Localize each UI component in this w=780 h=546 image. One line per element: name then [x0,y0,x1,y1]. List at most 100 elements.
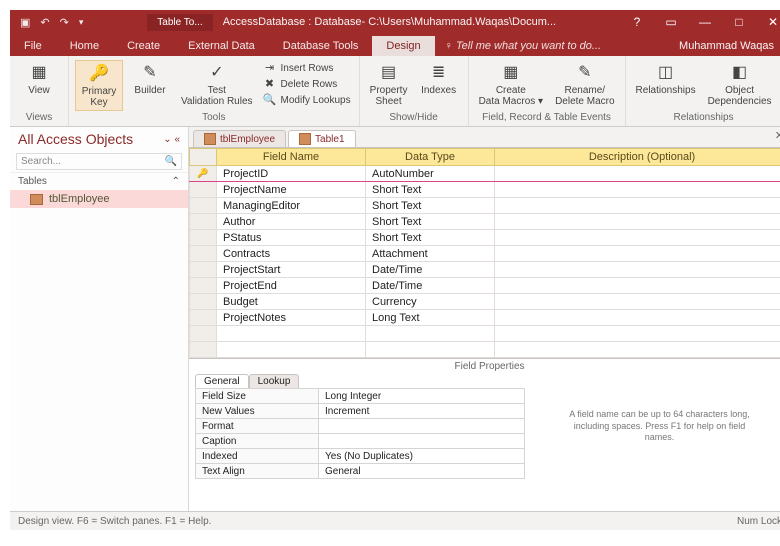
table-icon [299,133,311,145]
tab-design[interactable]: Design [372,36,434,56]
field-row[interactable]: ManagingEditorShort Text [190,198,780,214]
tell-me-search[interactable]: ♀ Tell me what you want to do... [435,36,611,56]
ribbon-group-label: Field, Record & Table Events [475,112,619,124]
table-icon [204,133,216,145]
nav-item-tblemployee[interactable]: tblEmployee [10,190,188,208]
ribbon-icon: ≣ [428,62,450,84]
contextual-tab-label: Table To... [147,14,212,31]
status-bar: Design view. F6 = Switch panes. F1 = Hel… [10,511,780,530]
status-left: Design view. F6 = Switch panes. F1 = Hel… [18,516,211,527]
ribbon-button[interactable]: ◫Relationships [632,60,700,98]
field-properties-pane: Field Properties General Lookup Field Si… [189,358,780,485]
tab-create[interactable]: Create [113,36,174,56]
restore-button[interactable]: ▭ [654,10,688,34]
table-icon [30,194,43,205]
col-data-type[interactable]: Data Type [366,149,495,166]
qat-more-icon[interactable]: ▾ [79,17,84,28]
doc-tab-tblemployee[interactable]: tblEmployee [193,130,286,147]
account-name[interactable]: Muhammad Waqas [663,36,780,56]
ribbon-button[interactable]: ▤PropertySheet [366,60,412,109]
ribbon-button[interactable]: ≣Indexes [416,60,462,98]
navigation-pane: All Access Objects⌄ « Search...🔍 Tables⌃… [10,127,189,511]
ribbon-group: ▦CreateData Macros ▾✎Rename/Delete Macro… [469,56,626,126]
property-row[interactable]: Format [196,419,525,434]
fp-tab-lookup[interactable]: Lookup [249,374,300,388]
ribbon-group: ▦View Views [10,56,69,126]
document-area: tblEmployee Table1 ✕ Field Name Data Typ… [189,127,780,511]
property-row[interactable]: Caption [196,434,525,449]
ribbon-group: ▤PropertySheet≣Indexes Show/Hide [360,56,469,126]
ribbon-button[interactable]: ✎Rename/Delete Macro [551,60,618,109]
ribbon-group: 🔑PrimaryKey✎Builder✓TestValidation Rules… [69,56,360,126]
tab-external-data[interactable]: External Data [174,36,269,56]
field-row[interactable]: ProjectNameShort Text [190,182,780,198]
ribbon-group-label: Tools [75,112,353,124]
property-row[interactable]: New ValuesIncrement [196,404,525,419]
tab-home[interactable]: Home [56,36,113,56]
field-row[interactable]: ProjectStartDate/Time [190,262,780,278]
ribbon-button[interactable]: ▦View [16,60,62,98]
ribbon-icon: ✎ [139,62,161,84]
ribbon-button[interactable]: 🔍Modify Lookups [261,92,353,108]
ribbon-icon: ◫ [655,62,677,84]
ribbon-group-label: Views [16,112,62,124]
ribbon-button[interactable]: ⇥Insert Rows [261,60,353,76]
ribbon-icon: ▦ [500,62,522,84]
tab-database-tools[interactable]: Database Tools [269,36,373,56]
property-row[interactable]: IndexedYes (No Duplicates) [196,449,525,464]
ribbon-icon: ▦ [28,62,50,84]
minimize-button[interactable]: — [688,10,722,34]
search-icon: 🔍 [165,156,177,167]
maximize-button[interactable]: □ [722,10,756,34]
title-bar: ▣ ↶ ↷ ▾ Table To... AccessDatabase : Dat… [10,10,780,34]
help-button[interactable]: ? [620,10,654,34]
ribbon-button[interactable]: ◧ObjectDependencies [704,60,776,109]
ribbon-group-label: Relationships [632,112,776,124]
doc-tab-table1[interactable]: Table1 [288,130,355,147]
document-tabs: tblEmployee Table1 ✕ [189,127,780,148]
nav-title[interactable]: All Access Objects⌄ « [10,127,188,151]
ribbon-button[interactable]: ✖Delete Rows [261,76,353,92]
ribbon-group-label: Show/Hide [366,112,462,124]
undo-icon[interactable]: ↶ [40,16,49,29]
field-row[interactable]: PStatusShort Text [190,230,780,246]
ribbon-icon: ✎ [574,62,596,84]
ribbon-icon: ▤ [378,62,400,84]
ribbon-button[interactable]: ✓TestValidation Rules [177,60,257,109]
field-row[interactable]: ContractsAttachment [190,246,780,262]
property-row[interactable]: Text AlignGeneral [196,464,525,479]
fp-tab-general[interactable]: General [195,374,249,388]
save-icon[interactable]: ▣ [20,16,30,29]
ribbon-button[interactable]: ✎Builder [127,60,173,98]
ribbon-tabs: File Home Create External Data Database … [10,34,780,56]
ribbon-group: ◫Relationships◧ObjectDependencies Relatio… [626,56,780,126]
window-title: AccessDatabase : Database- C:\Users\Muha… [213,16,556,28]
ribbon-button[interactable]: 🔑PrimaryKey [75,60,123,111]
tab-file[interactable]: File [10,36,56,56]
design-grid[interactable]: Field Name Data Type Description (Option… [189,148,780,358]
field-row[interactable]: BudgetCurrency [190,294,780,310]
field-row[interactable]: ProjectEndDate/Time [190,278,780,294]
field-row-empty[interactable] [190,342,780,358]
redo-icon[interactable]: ↷ [60,16,69,29]
ribbon-icon: ◧ [729,62,751,84]
ribbon-icon: 🔑 [88,63,110,85]
col-description[interactable]: Description (Optional) [495,149,780,166]
ribbon-icon: ✓ [206,62,228,84]
property-row[interactable]: Field SizeLong Integer [196,389,525,404]
field-row[interactable]: ProjectNotesLong Text [190,310,780,326]
col-field-name[interactable]: Field Name [217,149,366,166]
nav-search[interactable]: Search...🔍 [16,153,182,170]
close-tab-button[interactable]: ✕ [775,129,780,142]
field-hint-text: A field name can be up to 64 characters … [535,374,780,479]
field-row-empty[interactable] [190,326,780,342]
chevron-down-icon[interactable]: ⌄ « [163,134,180,145]
field-row[interactable]: 🔑ProjectIDAutoNumber [190,166,780,182]
field-row[interactable]: AuthorShort Text [190,214,780,230]
app-window: ▣ ↶ ↷ ▾ Table To... AccessDatabase : Dat… [10,10,780,530]
ribbon-button[interactable]: ▦CreateData Macros ▾ [475,60,547,109]
field-properties-heading: Field Properties [189,359,780,374]
ribbon: ▦View Views 🔑PrimaryKey✎Builder✓TestValida… [10,56,780,127]
close-button[interactable]: ✕ [756,10,780,34]
nav-section-tables[interactable]: Tables⌃ [10,172,188,190]
